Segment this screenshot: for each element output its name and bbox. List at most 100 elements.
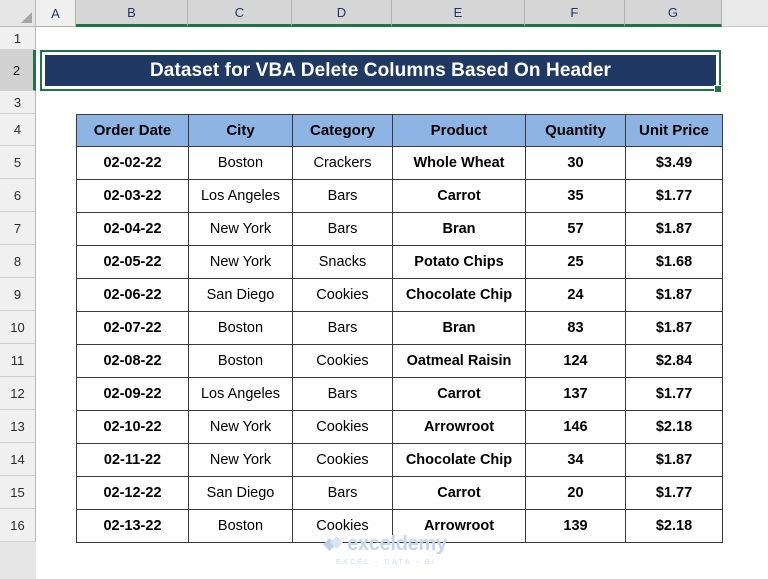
row-header-6[interactable]: 6 (0, 179, 36, 212)
column-header-b[interactable]: B (76, 0, 188, 27)
table-cell[interactable]: 83 (525, 311, 626, 345)
column-header-g[interactable]: G (625, 0, 722, 27)
table-cell[interactable]: Chocolate Chip (392, 278, 526, 312)
table-cell[interactable]: 20 (525, 476, 626, 510)
table-cell[interactable]: 02-03-22 (76, 179, 189, 213)
table-cell[interactable]: Cookies (292, 410, 393, 444)
table-cell[interactable]: Los Angeles (188, 377, 293, 411)
table-cell[interactable]: 02-04-22 (76, 212, 189, 246)
table-cell[interactable]: Boston (188, 311, 293, 345)
table-cell[interactable]: 02-07-22 (76, 311, 189, 345)
table-cell[interactable]: $2.18 (625, 509, 723, 543)
table-cell[interactable]: $1.87 (625, 443, 723, 477)
table-cell[interactable]: Carrot (392, 476, 526, 510)
row-header-3[interactable]: 3 (0, 91, 36, 114)
table-cell[interactable]: Carrot (392, 179, 526, 213)
table-cell[interactable]: New York (188, 212, 293, 246)
table-cell[interactable]: Boston (188, 146, 293, 180)
table-cell[interactable]: $1.77 (625, 476, 723, 510)
table-cell[interactable]: Crackers (292, 146, 393, 180)
table-cell[interactable]: New York (188, 443, 293, 477)
table-cell[interactable]: Cookies (292, 443, 393, 477)
table-cell[interactable]: 02-13-22 (76, 509, 189, 543)
row-header-13[interactable]: 13 (0, 410, 36, 443)
title-banner[interactable]: Dataset for VBA Delete Columns Based On … (45, 55, 716, 86)
table-cell[interactable]: Boston (188, 344, 293, 378)
row-header-7[interactable]: 7 (0, 212, 36, 245)
row-header-strip: 1 2 3 4 5 6 7 8 9 10 11 12 13 14 15 16 (0, 27, 36, 579)
table-cell[interactable]: Bars (292, 212, 393, 246)
table-cell[interactable]: $1.77 (625, 179, 723, 213)
table-cell[interactable]: 57 (525, 212, 626, 246)
table-cell[interactable]: 34 (525, 443, 626, 477)
table-cell[interactable]: 02-09-22 (76, 377, 189, 411)
table-cell[interactable]: $2.84 (625, 344, 723, 378)
table-cell[interactable]: 02-06-22 (76, 278, 189, 312)
table-cell[interactable]: Boston (188, 509, 293, 543)
table-cell[interactable]: $1.87 (625, 311, 723, 345)
table-cell[interactable]: Carrot (392, 377, 526, 411)
table-cell[interactable]: 137 (525, 377, 626, 411)
row-header-14[interactable]: 14 (0, 443, 36, 476)
table-cell[interactable]: 124 (525, 344, 626, 378)
column-header-f[interactable]: F (525, 0, 625, 27)
table-cell[interactable]: Snacks (292, 245, 393, 279)
row-header-10[interactable]: 10 (0, 311, 36, 344)
table-cell[interactable]: Cookies (292, 344, 393, 378)
table-cell[interactable]: $3.49 (625, 146, 723, 180)
table-cell[interactable]: Arrowroot (392, 509, 526, 543)
table-cell[interactable]: Bran (392, 311, 526, 345)
table-cell[interactable]: Arrowroot (392, 410, 526, 444)
row-header-2[interactable]: 2 (0, 50, 36, 91)
table-cell[interactable]: Bars (292, 377, 393, 411)
table-cell[interactable]: 35 (525, 179, 626, 213)
table-cell[interactable]: 24 (525, 278, 626, 312)
table-cell[interactable]: Bars (292, 476, 393, 510)
fill-handle[interactable] (714, 85, 722, 93)
table-cell[interactable]: Potato Chips (392, 245, 526, 279)
table-cell[interactable]: 02-08-22 (76, 344, 189, 378)
table-cell[interactable]: 02-12-22 (76, 476, 189, 510)
table-cell[interactable]: 25 (525, 245, 626, 279)
table-cell[interactable]: 02-10-22 (76, 410, 189, 444)
row-header-9[interactable]: 9 (0, 278, 36, 311)
table-cell[interactable]: Chocolate Chip (392, 443, 526, 477)
column-header-d[interactable]: D (292, 0, 392, 27)
table-cell[interactable]: Cookies (292, 509, 393, 543)
table-cell[interactable]: Cookies (292, 278, 393, 312)
row-header-12[interactable]: 12 (0, 377, 36, 410)
row-header-11[interactable]: 11 (0, 344, 36, 377)
row-header-16[interactable]: 16 (0, 509, 36, 542)
table-cell[interactable]: 139 (525, 509, 626, 543)
row-header-15[interactable]: 15 (0, 476, 36, 509)
row-header-1[interactable]: 1 (0, 27, 36, 50)
table-cell[interactable]: 146 (525, 410, 626, 444)
table-cell[interactable]: $1.87 (625, 278, 723, 312)
table-cell[interactable]: Whole Wheat (392, 146, 526, 180)
table-cell[interactable]: San Diego (188, 476, 293, 510)
table-cell[interactable]: $1.87 (625, 212, 723, 246)
column-header-e[interactable]: E (392, 0, 525, 27)
column-header-a[interactable]: A (36, 0, 76, 27)
table-cell[interactable]: Los Angeles (188, 179, 293, 213)
row-header-8[interactable]: 8 (0, 245, 36, 278)
table-cell[interactable]: 30 (525, 146, 626, 180)
title-banner-selection[interactable]: Dataset for VBA Delete Columns Based On … (40, 50, 721, 91)
table-cell[interactable]: $1.77 (625, 377, 723, 411)
table-cell[interactable]: 02-05-22 (76, 245, 189, 279)
table-cell[interactable]: $2.18 (625, 410, 723, 444)
table-cell[interactable]: $1.68 (625, 245, 723, 279)
table-cell[interactable]: Bars (292, 311, 393, 345)
table-cell[interactable]: Bran (392, 212, 526, 246)
table-cell[interactable]: New York (188, 245, 293, 279)
row-header-5[interactable]: 5 (0, 146, 36, 179)
table-cell[interactable]: New York (188, 410, 293, 444)
table-cell[interactable]: Oatmeal Raisin (392, 344, 526, 378)
column-header-c[interactable]: C (188, 0, 292, 27)
table-cell[interactable]: 02-02-22 (76, 146, 189, 180)
select-all-corner[interactable] (0, 0, 36, 27)
row-header-4[interactable]: 4 (0, 114, 36, 146)
table-cell[interactable]: San Diego (188, 278, 293, 312)
table-cell[interactable]: 02-11-22 (76, 443, 189, 477)
table-cell[interactable]: Bars (292, 179, 393, 213)
